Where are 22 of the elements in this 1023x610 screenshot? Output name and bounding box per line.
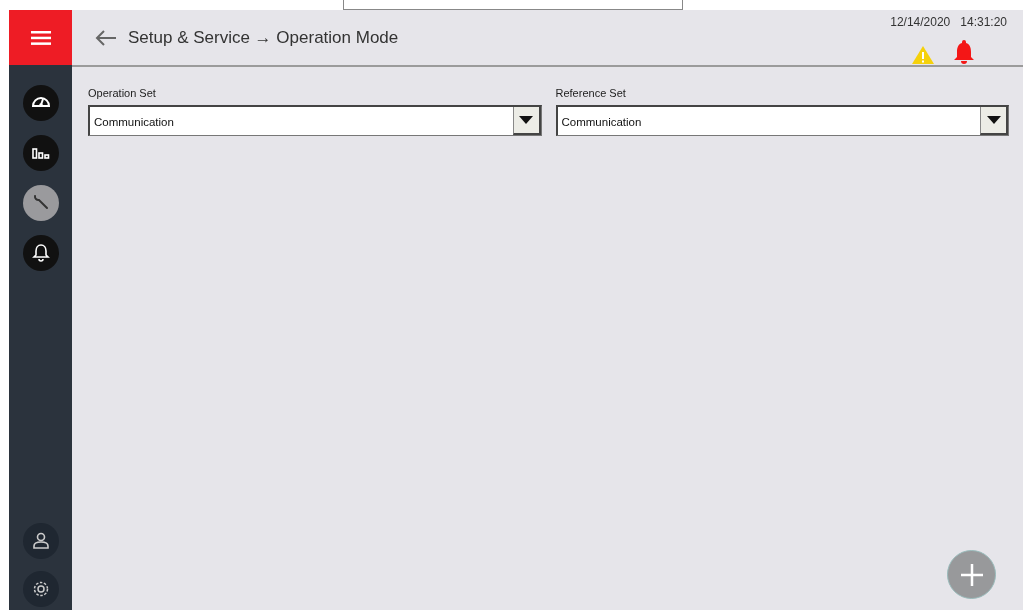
menu-button[interactable] [9, 10, 72, 65]
field-label: Reference Set [555, 86, 627, 101]
field-label: Operation Set [88, 86, 157, 101]
back-arrow-icon[interactable] [94, 28, 118, 47]
dropdown-button[interactable] [512, 106, 541, 135]
menu-icon [30, 30, 51, 45]
alarm-bell-icon[interactable] [953, 39, 975, 65]
nav-button[interactable] [22, 571, 59, 607]
nav-button[interactable] [22, 135, 59, 171]
dropdown-field[interactable]: Communication [555, 104, 1009, 136]
caret-icon [519, 115, 533, 124]
date-text: 12/14/2020 [890, 14, 951, 31]
add-button[interactable] [947, 550, 996, 599]
plus-icon [959, 562, 984, 587]
nav-button[interactable] [22, 85, 59, 121]
dropdown-field[interactable]: Communication [88, 104, 542, 136]
nav-button[interactable] [22, 235, 59, 271]
time-text: 14:31:20 [960, 14, 1007, 31]
caret-icon [986, 115, 1001, 124]
dropdown-button[interactable] [980, 106, 1008, 135]
nav-button[interactable] [22, 523, 59, 559]
page-title: Setup & Service → Operation Mode [128, 26, 399, 49]
